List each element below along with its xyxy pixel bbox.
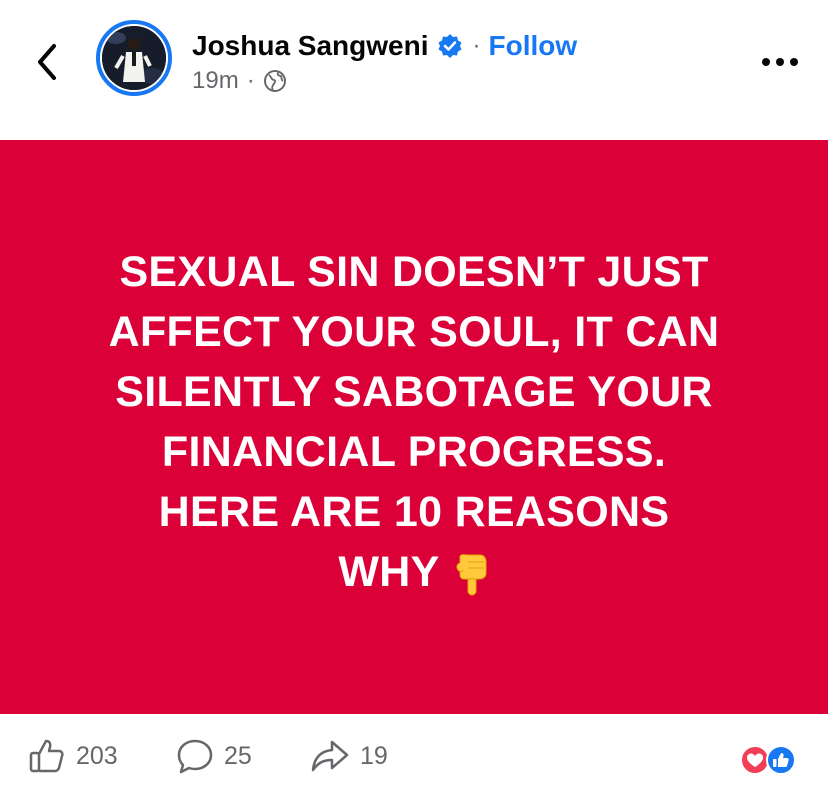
avatar[interactable] (96, 20, 172, 96)
post-text-last-line: WHY (64, 542, 764, 602)
post-header: Joshua Sangweni · Follow 19m · (0, 0, 828, 140)
post-text-line: WHY (338, 548, 440, 596)
post-image-card[interactable]: SEXUAL SIN DOESN’T JUST AFFECT YOUR SOUL… (0, 140, 828, 714)
follow-button[interactable]: Follow (489, 30, 578, 62)
like-button[interactable]: 203 (28, 736, 118, 776)
post-text-line: SEXUAL SIN DOESN’T JUST (119, 248, 709, 296)
comment-bubble-icon (177, 739, 213, 774)
more-options-icon[interactable] (760, 52, 800, 72)
post-meta: 19m · (192, 66, 287, 96)
post-text-line: FINANCIAL PROGRESS. (161, 428, 667, 476)
post-text-line: HERE ARE 10 REASONS (158, 488, 670, 536)
meta-separator: · (246, 67, 255, 94)
thumbs-up-icon (29, 739, 64, 773)
post-text-line: AFFECT YOUR SOUL, IT CAN (108, 308, 720, 356)
post-actions-bar: 203 25 19 (0, 714, 828, 794)
globe-icon (263, 70, 286, 92)
author-row: Joshua Sangweni · Follow (192, 28, 577, 64)
author-name[interactable]: Joshua Sangweni (192, 30, 429, 62)
avatar-photo (102, 26, 166, 90)
share-count: 19 (360, 741, 388, 770)
comment-count: 25 (224, 741, 252, 770)
back-arrow-icon[interactable] (30, 38, 66, 86)
verified-badge-icon (438, 34, 461, 58)
post-text-line: SILENTLY SABOTAGE YOUR (115, 368, 713, 416)
name-separator: · (472, 32, 481, 59)
pointing-down-emoji (456, 553, 487, 596)
post-text: SEXUAL SIN DOESN’T JUST AFFECT YOUR SOUL… (64, 242, 764, 602)
comment-button[interactable]: 25 (176, 736, 252, 776)
post-time[interactable]: 19m (192, 67, 239, 95)
like-reaction-icon (766, 745, 796, 775)
reactions-summary[interactable] (737, 744, 807, 776)
like-count: 203 (76, 741, 118, 770)
love-reaction-icon (740, 745, 770, 775)
share-button[interactable]: 19 (310, 736, 388, 776)
share-arrow-icon (311, 740, 349, 772)
